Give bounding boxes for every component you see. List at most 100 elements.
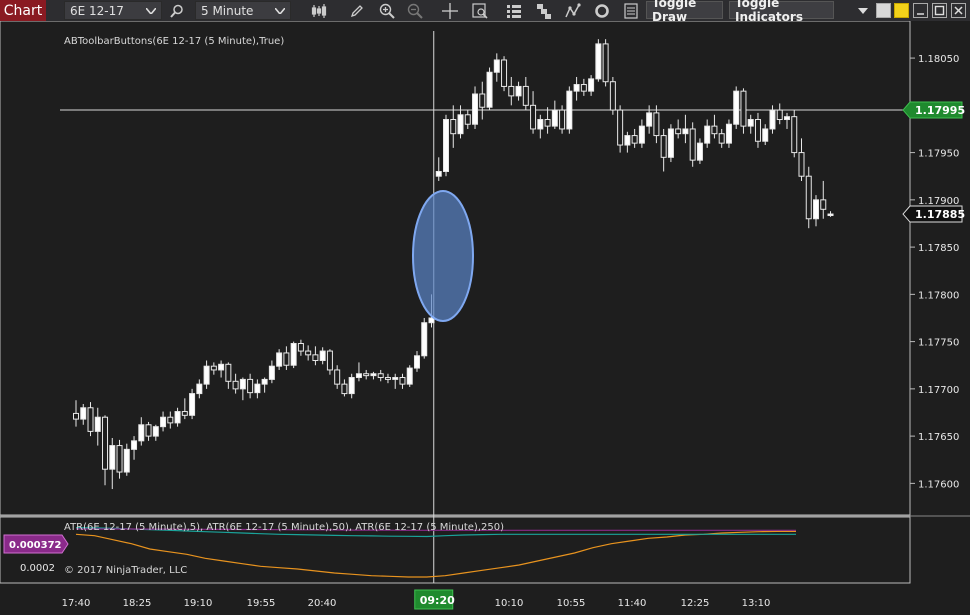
candle-down <box>776 109 783 121</box>
candle-down <box>102 416 109 470</box>
candle-up <box>355 373 362 379</box>
atr-current-value: 0.000372 <box>9 540 62 551</box>
candle-up <box>392 377 399 380</box>
candle-up <box>131 440 138 450</box>
candle-up <box>595 43 602 80</box>
candle-down <box>660 135 667 158</box>
crosshair-time-badge: 09:20 <box>414 589 455 610</box>
crosshair-price-badge: 1.17995 <box>902 101 965 119</box>
price-tick-label: 1.17650 <box>918 432 959 443</box>
candle-down <box>501 59 508 87</box>
price-tick-label: 1.17600 <box>918 479 959 490</box>
candle-down <box>711 125 718 135</box>
candle-up <box>493 59 500 73</box>
time-tick-label: 12:25 <box>681 598 710 609</box>
candle-down <box>609 81 616 111</box>
toggle-draw-button[interactable]: Toggle Draw <box>646 0 723 24</box>
candle-up <box>638 125 645 144</box>
toolbar: Chart 6E 12-17 5 Minute Toggle Draw Togg… <box>0 0 970 24</box>
time-tick-label: 13:10 <box>742 598 771 609</box>
price-tick-label: 1.17850 <box>918 243 959 254</box>
candle-down <box>247 378 254 394</box>
candle-up <box>747 119 754 127</box>
candle-up <box>443 119 450 172</box>
candle-down <box>718 133 725 144</box>
candle-down <box>225 363 232 382</box>
candle-up <box>276 352 283 367</box>
candle-down <box>116 445 123 473</box>
last-price-badge: 1.17885 <box>902 205 965 223</box>
refresh-icon[interactable] <box>591 0 613 21</box>
pencil-icon[interactable] <box>346 0 368 21</box>
candle-up <box>827 213 834 217</box>
candle-down <box>384 377 391 380</box>
candle-down <box>210 365 217 371</box>
candle-up <box>370 373 377 377</box>
candle-up <box>152 426 159 437</box>
candle-down <box>450 119 457 135</box>
candle-up <box>421 322 428 357</box>
strategy-icon[interactable] <box>503 0 525 21</box>
zoom-out-icon[interactable] <box>404 0 426 21</box>
hierarchy-icon[interactable] <box>533 0 555 21</box>
candle-up <box>218 363 225 371</box>
candle-up <box>174 411 181 424</box>
candle-up <box>406 367 413 385</box>
minimize-icon[interactable] <box>913 3 928 18</box>
properties-icon[interactable] <box>620 0 642 21</box>
bar-chart-icon[interactable] <box>308 0 330 21</box>
time-tick-label: 20:40 <box>308 598 337 609</box>
candle-down <box>341 383 348 395</box>
candle-down <box>297 342 304 352</box>
chevron-down-icon <box>275 7 285 14</box>
candle-up <box>319 350 326 362</box>
last-price-label: 1.17885 <box>915 208 965 221</box>
candle-down <box>479 93 486 108</box>
candle-down <box>73 412 79 420</box>
candle-down <box>798 152 805 177</box>
candle-up <box>725 123 732 144</box>
candle-down <box>363 373 370 377</box>
instrument-selector[interactable]: 6E 12-17 <box>64 1 162 20</box>
candle-down <box>820 199 827 210</box>
candle-up <box>189 393 196 416</box>
candle-down <box>602 43 609 83</box>
candle-up <box>472 93 479 125</box>
price-tick-label: 1.17800 <box>918 290 959 301</box>
interval-label: 5 Minute <box>201 3 254 18</box>
chart-title: ABToolbarButtons(6E 12-17 (5 Minute),Tru… <box>64 36 284 47</box>
interval-selector[interactable]: 5 Minute <box>195 1 291 20</box>
candle-down <box>675 128 682 135</box>
chart-tab[interactable]: Chart <box>0 0 46 21</box>
crosshair-icon[interactable] <box>439 0 461 21</box>
atr-axis-tick: 0.0002 <box>20 563 55 574</box>
candle-down <box>580 84 587 92</box>
copyright-text: © 2017 NinjaTrader, LLC <box>64 565 187 576</box>
candle-up <box>624 135 631 146</box>
close-icon[interactable] <box>951 3 966 18</box>
candle-up <box>783 116 790 121</box>
candle-down <box>377 373 384 379</box>
menu-chevron-icon[interactable] <box>855 0 871 21</box>
search-icon[interactable] <box>166 0 188 21</box>
line-chart-icon[interactable] <box>562 0 584 21</box>
zoom-in-icon[interactable] <box>376 0 398 21</box>
window-color-icon[interactable] <box>894 3 909 18</box>
candle-down <box>334 369 341 385</box>
price-axis: 1.180501.180001.179501.179001.178501.178… <box>910 54 959 490</box>
toggle-indicators-button[interactable]: Toggle Indicators <box>729 0 834 24</box>
gap-highlight-ellipse[interactable] <box>412 190 474 322</box>
time-tick-label: 17:40 <box>62 598 91 609</box>
candle-down <box>312 354 319 362</box>
candle-down <box>87 407 94 432</box>
chart-area[interactable]: 1.180501.180001.179501.179001.178501.178… <box>0 21 970 615</box>
maximize-icon[interactable] <box>932 3 947 18</box>
candle-down <box>530 104 537 130</box>
candle-up <box>588 78 595 92</box>
candle-up <box>813 199 820 220</box>
candle-up <box>696 142 703 161</box>
candle-up <box>196 383 203 395</box>
price-tick-label: 1.17700 <box>918 385 959 396</box>
data-box-icon[interactable] <box>469 0 491 21</box>
window-link-icon[interactable] <box>876 3 891 18</box>
